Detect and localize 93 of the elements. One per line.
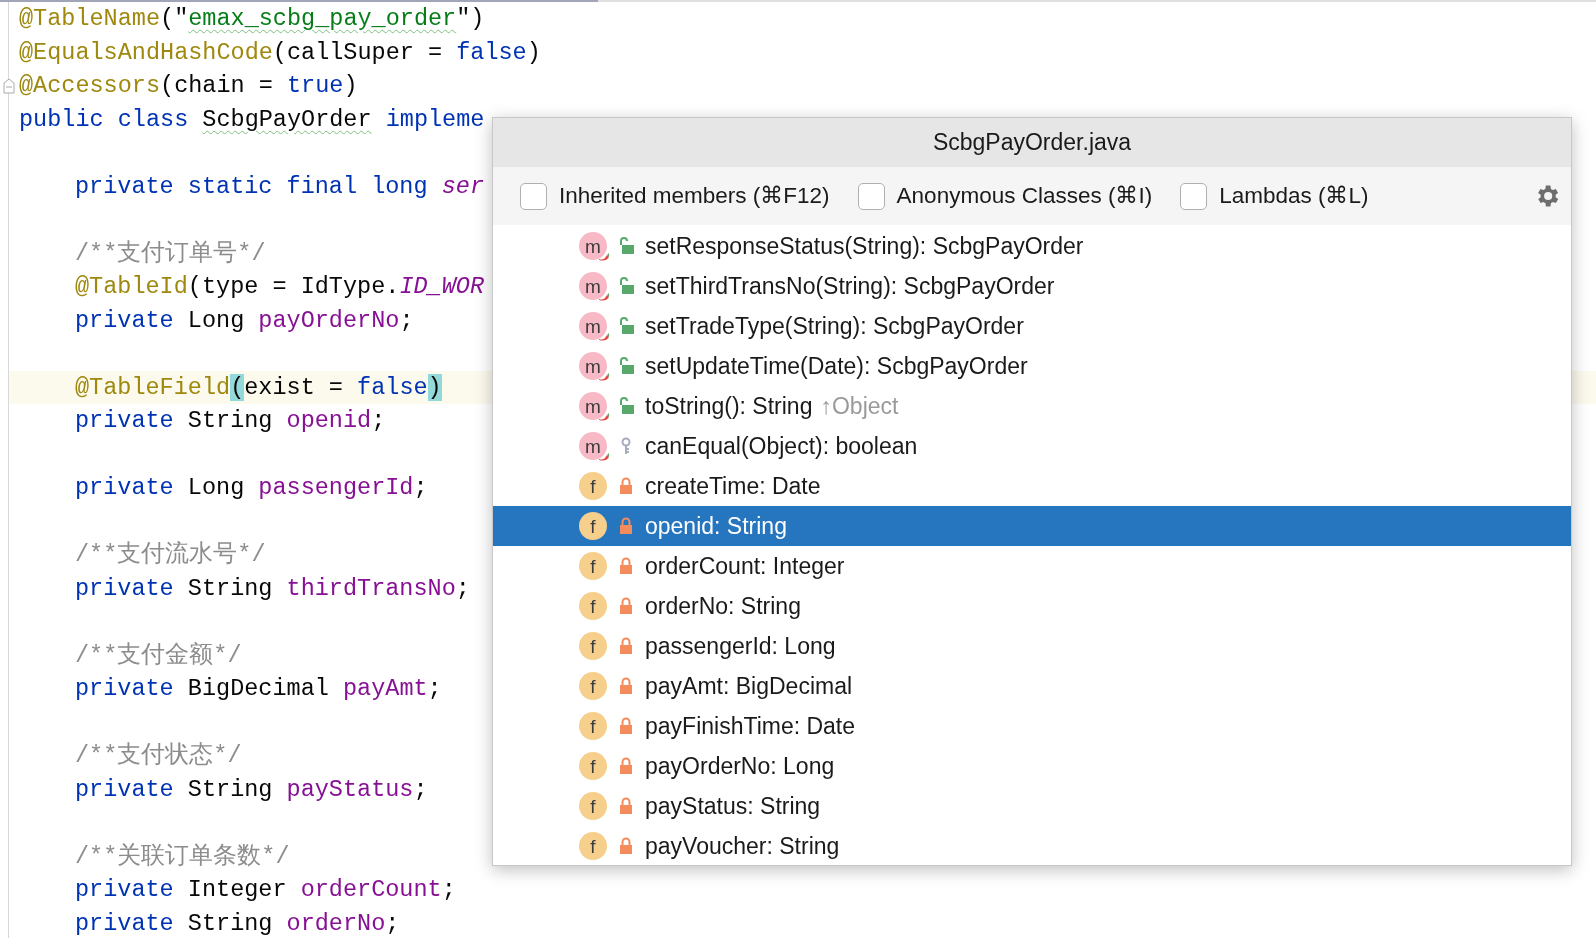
code-line: private Long payOrderNo; [75, 306, 414, 334]
method-icon: m [579, 232, 607, 260]
unlocked-padlock-icon [618, 397, 634, 415]
code-line: /**支付订单号*/ [75, 239, 266, 267]
structure-item[interactable]: m setResponseStatus(String): ScbgPayOrder [493, 226, 1571, 266]
structure-item[interactable]: f orderCount: Integer [493, 546, 1571, 586]
method-icon: m [579, 312, 607, 340]
padlock-icon [619, 557, 633, 575]
padlock-icon [619, 517, 633, 535]
field-icon: f [579, 832, 607, 860]
member-signature: setUpdateTime(Date): ScbgPayOrder [645, 351, 1028, 381]
padlock-icon [619, 797, 633, 815]
member-signature: openid: String [645, 511, 787, 541]
member-signature: passengerId: Long [645, 631, 836, 661]
field-icon: f [579, 792, 607, 820]
member-signature: payVoucher: String [645, 831, 840, 861]
padlock-icon [619, 477, 633, 495]
member-signature: orderNo: String [645, 591, 801, 621]
code-line: @TableField(exist = false) [75, 373, 442, 401]
member-signature: payStatus: String [645, 791, 821, 821]
member-signature: setResponseStatus(String): ScbgPayOrder [645, 231, 1084, 261]
field-icon: f [579, 752, 607, 780]
code-line: /**支付流水号*/ [75, 541, 266, 568]
member-origin: ↑Object [820, 391, 899, 421]
structure-item[interactable]: f payFinishTime: Date [493, 706, 1571, 746]
structure-item[interactable]: f payVoucher: String [493, 826, 1571, 865]
method-icon: m [579, 352, 607, 380]
field-icon: f [579, 672, 607, 700]
structure-item[interactable]: f passengerId: Long [493, 626, 1571, 666]
checkbox[interactable] [520, 182, 547, 210]
padlock-icon [619, 837, 633, 855]
unlocked-padlock-icon [618, 357, 634, 375]
method-icon: m [579, 432, 607, 460]
code-line: /**关联订单条数*/ [75, 842, 290, 870]
key-icon [620, 437, 632, 455]
member-signature: setThirdTransNo(String): ScbgPayOrder [645, 271, 1055, 301]
checkbox-label[interactable]: Lambdas (⌘L) [1219, 179, 1369, 213]
member-signature: toString(): String [645, 391, 813, 421]
structure-item[interactable]: f payAmt: BigDecimal [493, 666, 1571, 706]
code-line: private static final long ser [75, 172, 484, 200]
code-line: private Long passengerId; [75, 474, 428, 501]
padlock-icon [619, 637, 633, 655]
code-line: /**支付状态*/ [75, 742, 242, 769]
member-signature: payFinishTime: Date [645, 711, 856, 741]
structure-item[interactable]: f createTime: Date [493, 466, 1571, 506]
field-icon: f [579, 712, 607, 740]
unlocked-padlock-icon [618, 237, 634, 255]
code-line: private String orderNo; [75, 909, 400, 937]
member-signature: payOrderNo: Long [645, 751, 835, 781]
code-line: private String openid; [75, 407, 386, 434]
unlocked-padlock-icon [618, 317, 634, 335]
member-signature: setTradeType(String): ScbgPayOrder [645, 311, 1024, 341]
padlock-icon [619, 757, 633, 775]
code-line: @TableName("emax_scbg_pay_order") [19, 5, 485, 32]
code-line: @TableId(type = IdType.ID_WOR [75, 273, 484, 300]
member-signature: canEqual(Object): boolean [645, 431, 918, 461]
member-signature: payAmt: BigDecimal [645, 671, 853, 701]
member-signature: orderCount: Integer [645, 551, 845, 581]
member-signature: createTime: Date [645, 471, 821, 501]
padlock-icon [619, 677, 633, 695]
code-line: public class ScbgPayOrder impleme [19, 105, 485, 133]
checkbox-label[interactable]: Inherited members (⌘F12) [559, 179, 830, 213]
method-icon: m [579, 392, 607, 420]
method-icon: m [579, 272, 607, 300]
padlock-icon [619, 717, 633, 735]
checkbox[interactable] [1180, 182, 1208, 210]
structure-item[interactable]: f openid: String [493, 506, 1571, 546]
structure-item[interactable]: m canEqual(Object): boolean [493, 426, 1571, 466]
checkbox-label[interactable]: Anonymous Classes (⌘I) [896, 179, 1153, 213]
field-icon: f [579, 512, 607, 540]
structure-item[interactable]: m setTradeType(String): ScbgPayOrder [493, 306, 1571, 346]
code-line: private BigDecimal payAmt; [75, 675, 442, 702]
fold-marker-icon[interactable] [3, 78, 15, 94]
code-line: private String payStatus; [75, 775, 428, 803]
padlock-icon [619, 597, 633, 615]
field-icon: f [579, 592, 607, 620]
code-line: @EqualsAndHashCode(callSuper = false) [19, 38, 541, 66]
structure-item[interactable]: m setUpdateTime(Date): ScbgPayOrder [493, 346, 1571, 386]
field-icon: f [579, 472, 607, 500]
structure-item[interactable]: m toString(): String ↑Object [493, 386, 1571, 426]
code-line: private Integer orderCount; [75, 876, 456, 903]
structure-item[interactable]: f payOrderNo: Long [493, 746, 1571, 786]
code-line: @Accessors(chain = true) [19, 72, 358, 99]
field-icon: f [579, 552, 607, 580]
field-icon: f [579, 632, 607, 660]
code-line: private String thirdTransNo; [75, 574, 470, 602]
code-line: /**支付金额*/ [75, 641, 242, 669]
structure-item[interactable]: m setThirdTransNo(String): ScbgPayOrder [493, 266, 1571, 306]
popup-title: ScbgPayOrder.java [932, 128, 1132, 158]
unlocked-padlock-icon [618, 277, 634, 295]
structure-item[interactable]: f payStatus: String [493, 786, 1571, 826]
structure-item[interactable]: f orderNo: String [493, 586, 1571, 626]
checkbox[interactable] [857, 182, 885, 210]
